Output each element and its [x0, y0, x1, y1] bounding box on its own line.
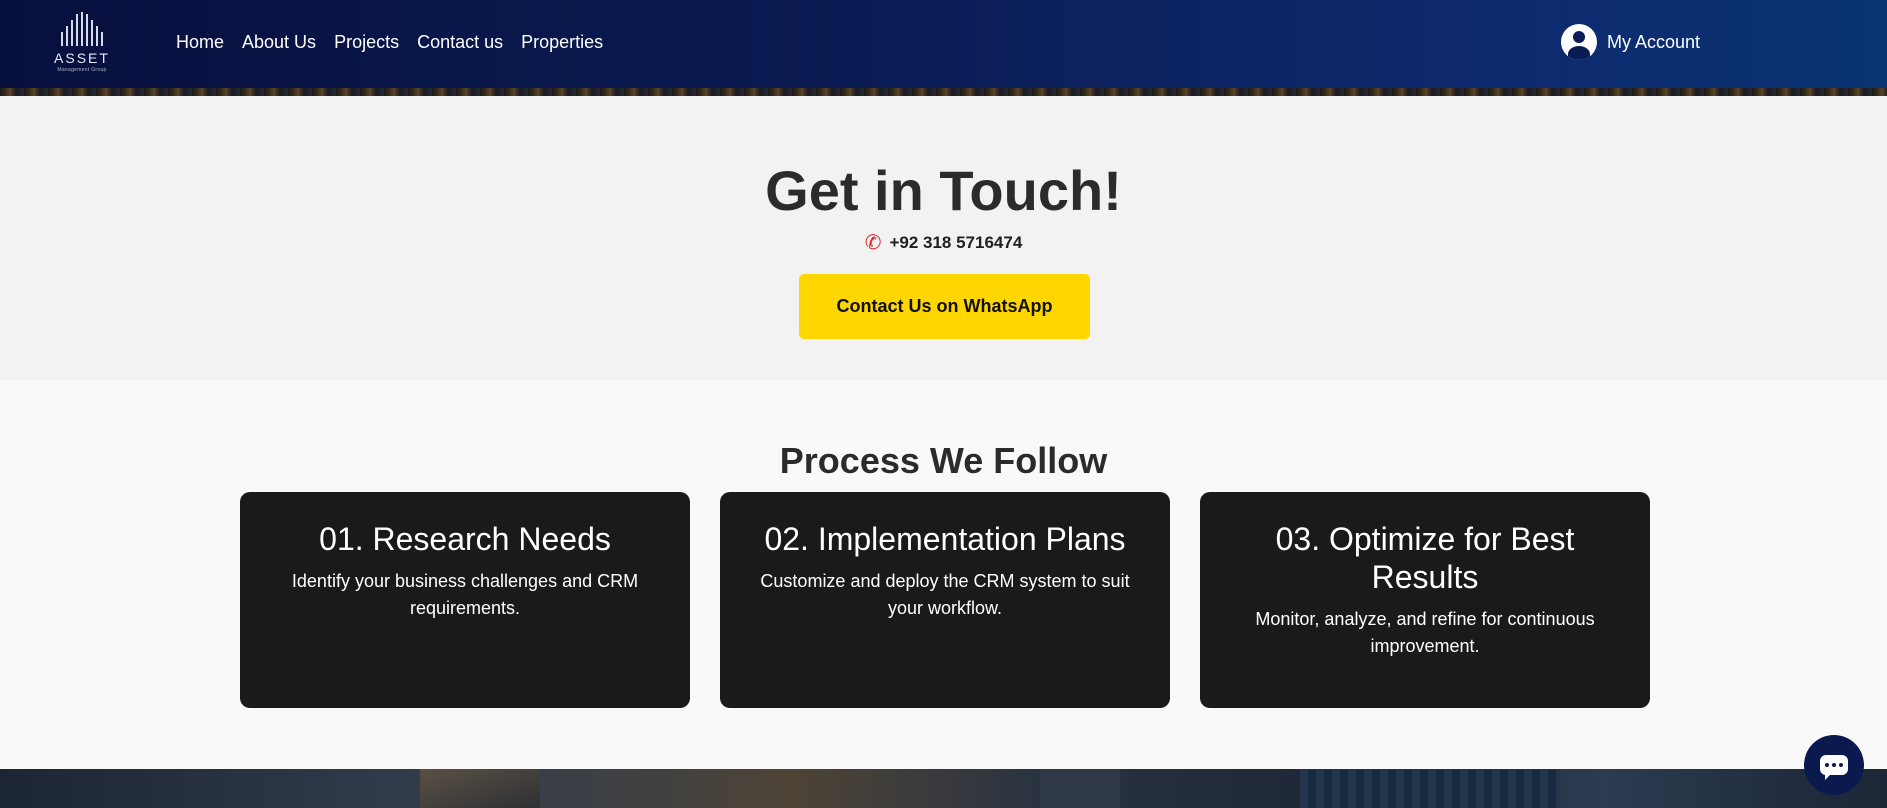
brand-tagline: Management Group	[57, 67, 107, 73]
nav-about-us[interactable]: About Us	[242, 32, 316, 53]
main-nav: Home About Us Projects Contact us Proper…	[176, 32, 603, 53]
nav-properties[interactable]: Properties	[521, 32, 603, 53]
phone-row: ✆ +92 318 5716474	[0, 233, 1887, 253]
process-card-optimize: 03. Optimize for Best Results Monitor, a…	[1200, 492, 1650, 708]
footer-image-strip	[0, 769, 1887, 808]
process-title: Process We Follow	[779, 440, 1108, 481]
chat-widget-button[interactable]	[1804, 735, 1864, 795]
process-card-implementation: 02. Implementation Plans Customize and d…	[720, 492, 1170, 708]
logo-bars-icon	[61, 12, 103, 46]
phone-number[interactable]: +92 318 5716474	[889, 233, 1022, 253]
user-circle-icon	[1561, 24, 1597, 60]
brand-logo[interactable]: ASSET Management Group	[48, 12, 116, 73]
building-shape	[1300, 769, 1560, 808]
process-card-title: 01. Research Needs	[319, 521, 611, 557]
process-card-description: Customize and deploy the CRM system to s…	[760, 571, 1130, 618]
phone-icon: ✆	[864, 232, 882, 254]
nav-contact-us[interactable]: Contact us	[417, 32, 503, 53]
contact-whatsapp-button[interactable]: Contact Us on WhatsApp	[799, 274, 1090, 339]
my-account-button[interactable]: My Account	[1561, 24, 1700, 60]
my-account-label: My Account	[1607, 31, 1701, 52]
site-header: ASSET Management Group Home About Us Pro…	[0, 0, 1887, 96]
process-card-description: Monitor, analyze, and refine for continu…	[1255, 609, 1595, 656]
process-card-title: 03. Optimize for Best Results	[1275, 521, 1575, 595]
process-card-research: 01. Research Needs Identify your busines…	[240, 492, 690, 708]
brand-name: ASSET	[54, 50, 110, 66]
nav-home[interactable]: Home	[176, 32, 224, 53]
contact-section: Get in Touch! ✆ +92 318 5716474 Contact …	[0, 96, 1887, 380]
header-image-strip	[0, 88, 1887, 96]
chat-icon	[1820, 755, 1848, 780]
contact-title: Get in Touch!	[765, 159, 1122, 222]
nav-projects[interactable]: Projects	[334, 32, 399, 53]
process-card-description: Identify your business challenges and CR…	[291, 571, 639, 618]
building-shape	[1040, 769, 1120, 808]
process-card-title: 02. Implementation Plans	[764, 521, 1126, 557]
building-shape	[420, 769, 540, 808]
